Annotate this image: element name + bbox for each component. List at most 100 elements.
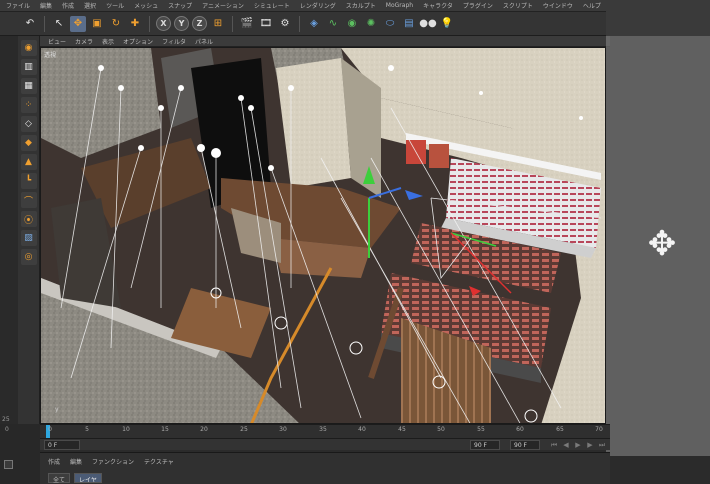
viewport-menu-view[interactable]: ビュー bbox=[48, 37, 66, 46]
menu-mograph[interactable]: MoGraph bbox=[386, 2, 413, 9]
material-menu-texture[interactable]: テクスチャ bbox=[144, 457, 174, 466]
start-frame-field[interactable]: 0 F bbox=[44, 440, 80, 450]
3d-viewport[interactable]: 透視 y bbox=[40, 47, 606, 424]
fps-field[interactable]: 90 F bbox=[510, 440, 540, 450]
add-object-icon[interactable]: ✚ bbox=[127, 16, 143, 32]
viewport-menu-camera[interactable]: カメラ bbox=[75, 37, 93, 46]
polygons-mode-icon[interactable]: ◆ bbox=[20, 135, 37, 151]
object-mode-icon[interactable]: ▥ bbox=[20, 59, 37, 75]
menu-tools[interactable]: ツール bbox=[106, 1, 124, 10]
panel-checkbox[interactable] bbox=[4, 460, 13, 469]
z-axis-lock-button[interactable]: Z bbox=[192, 16, 207, 31]
menu-snap[interactable]: スナップ bbox=[168, 1, 192, 10]
toolbar-extension bbox=[606, 0, 710, 36]
tick-label: 45 bbox=[398, 426, 406, 433]
mode-palette: ◉ ▥ ▦ ⁘ ◇ ◆ ▲ ┗ ⌒ ⦿ ▨ ◎ bbox=[18, 36, 40, 424]
toolbar-separator bbox=[44, 15, 45, 32]
left-edge-strip: 25 bbox=[0, 36, 18, 424]
menu-help[interactable]: ヘルプ bbox=[583, 1, 601, 10]
tick-label: 10 bbox=[122, 426, 130, 433]
undo-icon[interactable]: ↶ bbox=[22, 16, 38, 32]
left-bottom-strip: 0 bbox=[0, 424, 40, 484]
menu-script[interactable]: スクリプト bbox=[503, 1, 533, 10]
material-menu-edit[interactable]: 編集 bbox=[70, 457, 82, 466]
viewport-menu-panel[interactable]: パネル bbox=[195, 37, 213, 46]
tick-label: 60 bbox=[516, 426, 524, 433]
menu-create[interactable]: 作成 bbox=[62, 1, 74, 10]
coordinate-system-icon[interactable]: ⊞ bbox=[210, 16, 226, 32]
viewport-menu-filter[interactable]: フィルタ bbox=[162, 37, 186, 46]
material-menu-create[interactable]: 作成 bbox=[48, 457, 60, 466]
menu-render[interactable]: レンダリング bbox=[300, 1, 336, 10]
step-forward-icon[interactable]: ▶ bbox=[586, 441, 594, 449]
menu-simulate[interactable]: シミュレート bbox=[254, 1, 290, 10]
camera-icon[interactable]: ●● bbox=[419, 16, 436, 32]
scale-icon[interactable]: ▣ bbox=[89, 16, 105, 32]
drag-move-icon[interactable]: ✥ bbox=[640, 222, 684, 266]
go-to-start-icon[interactable]: ⏮ bbox=[550, 441, 558, 449]
light-icon[interactable]: 💡 bbox=[439, 16, 455, 32]
cinema4d-window: ファイル 編集 作成 選択 ツール メッシュ スナップ アニメーション シミュレ… bbox=[0, 0, 710, 484]
go-to-end-icon[interactable]: ⏭ bbox=[598, 441, 606, 449]
frame-counter: 0 bbox=[5, 426, 9, 433]
toolbar-separator bbox=[149, 15, 150, 32]
menu-sculpt[interactable]: スカルプト bbox=[346, 1, 376, 10]
tick-label: 0 bbox=[48, 426, 52, 433]
tick-label: 65 bbox=[556, 426, 564, 433]
toolbar-separator bbox=[232, 15, 233, 32]
workplane-icon[interactable]: ▨ bbox=[20, 230, 37, 246]
menu-file[interactable]: ファイル bbox=[6, 1, 30, 10]
toolbar-separator bbox=[299, 15, 300, 32]
axis-mode-icon[interactable]: ┗ bbox=[20, 173, 37, 189]
tick-label: 5 bbox=[85, 426, 89, 433]
menu-plugins[interactable]: プラグイン bbox=[463, 1, 493, 10]
menu-mesh[interactable]: メッシュ bbox=[134, 1, 158, 10]
render-settings-icon[interactable]: ⚙ bbox=[277, 16, 293, 32]
tick-label: 40 bbox=[358, 426, 366, 433]
scene-icon[interactable]: ▤ bbox=[401, 16, 417, 32]
viewport-menu-display[interactable]: 表示 bbox=[102, 37, 114, 46]
render-view-icon[interactable]: 🎬 bbox=[239, 16, 255, 32]
cube-icon[interactable]: ◈ bbox=[306, 16, 322, 32]
tick-label: 15 bbox=[161, 426, 169, 433]
array-icon[interactable]: ✺ bbox=[363, 16, 379, 32]
model-mode-icon[interactable]: ◉ bbox=[20, 40, 37, 56]
menu-character[interactable]: キャラクタ bbox=[423, 1, 453, 10]
viewport-camera-label: 透視 bbox=[44, 52, 57, 59]
points-mode-icon[interactable]: ⁘ bbox=[20, 97, 37, 113]
material-manager: 作成 編集 ファンクション テクスチャ 全て レイヤ bbox=[40, 452, 610, 484]
tick-label: 55 bbox=[477, 426, 485, 433]
tick-label: 20 bbox=[200, 426, 208, 433]
menu-bar: ファイル 編集 作成 選択 ツール メッシュ スナップ アニメーション シミュレ… bbox=[0, 0, 710, 12]
play-icon[interactable]: ▶ bbox=[574, 441, 582, 449]
tweak-icon[interactable]: ⌒ bbox=[20, 192, 37, 208]
deformer-icon[interactable]: ⬭ bbox=[382, 16, 398, 32]
menu-animate[interactable]: アニメーション bbox=[202, 1, 244, 10]
scene-render bbox=[41, 48, 605, 423]
tab-layer[interactable]: レイヤ bbox=[74, 473, 102, 484]
nurbs-icon[interactable]: ◉ bbox=[344, 16, 360, 32]
render-picture-viewer-icon[interactable]: 🎞 bbox=[258, 16, 274, 32]
y-axis-lock-button[interactable]: Y bbox=[174, 16, 189, 31]
x-axis-lock-button[interactable]: X bbox=[156, 16, 171, 31]
tick-label: 30 bbox=[279, 426, 287, 433]
tab-all[interactable]: 全て bbox=[48, 473, 71, 484]
menu-window[interactable]: ウインドウ bbox=[543, 1, 573, 10]
edges-mode-icon[interactable]: ◇ bbox=[20, 116, 37, 132]
snap-icon[interactable]: ⦿ bbox=[20, 211, 37, 227]
timeline-ruler[interactable]: 0 5 10 15 20 25 30 35 40 45 50 55 60 65 … bbox=[40, 424, 610, 439]
spline-icon[interactable]: ∿ bbox=[325, 16, 341, 32]
lock-icon[interactable]: ◎ bbox=[20, 249, 37, 265]
rotate-icon[interactable]: ↻ bbox=[108, 16, 124, 32]
viewport-menu-options[interactable]: オプション bbox=[123, 37, 153, 46]
menu-edit[interactable]: 編集 bbox=[40, 1, 52, 10]
step-back-icon[interactable]: ◀ bbox=[562, 441, 570, 449]
viewport-axis-indicator: y bbox=[55, 406, 59, 413]
material-menu-function[interactable]: ファンクション bbox=[92, 457, 134, 466]
menu-select[interactable]: 選択 bbox=[84, 1, 96, 10]
uv-mode-icon[interactable]: ▲ bbox=[20, 154, 37, 170]
texture-mode-icon[interactable]: ▦ bbox=[20, 78, 37, 94]
pointer-icon[interactable]: ↖ bbox=[51, 16, 67, 32]
end-frame-field[interactable]: 90 F bbox=[470, 440, 500, 450]
move-icon[interactable]: ✥ bbox=[70, 15, 86, 32]
